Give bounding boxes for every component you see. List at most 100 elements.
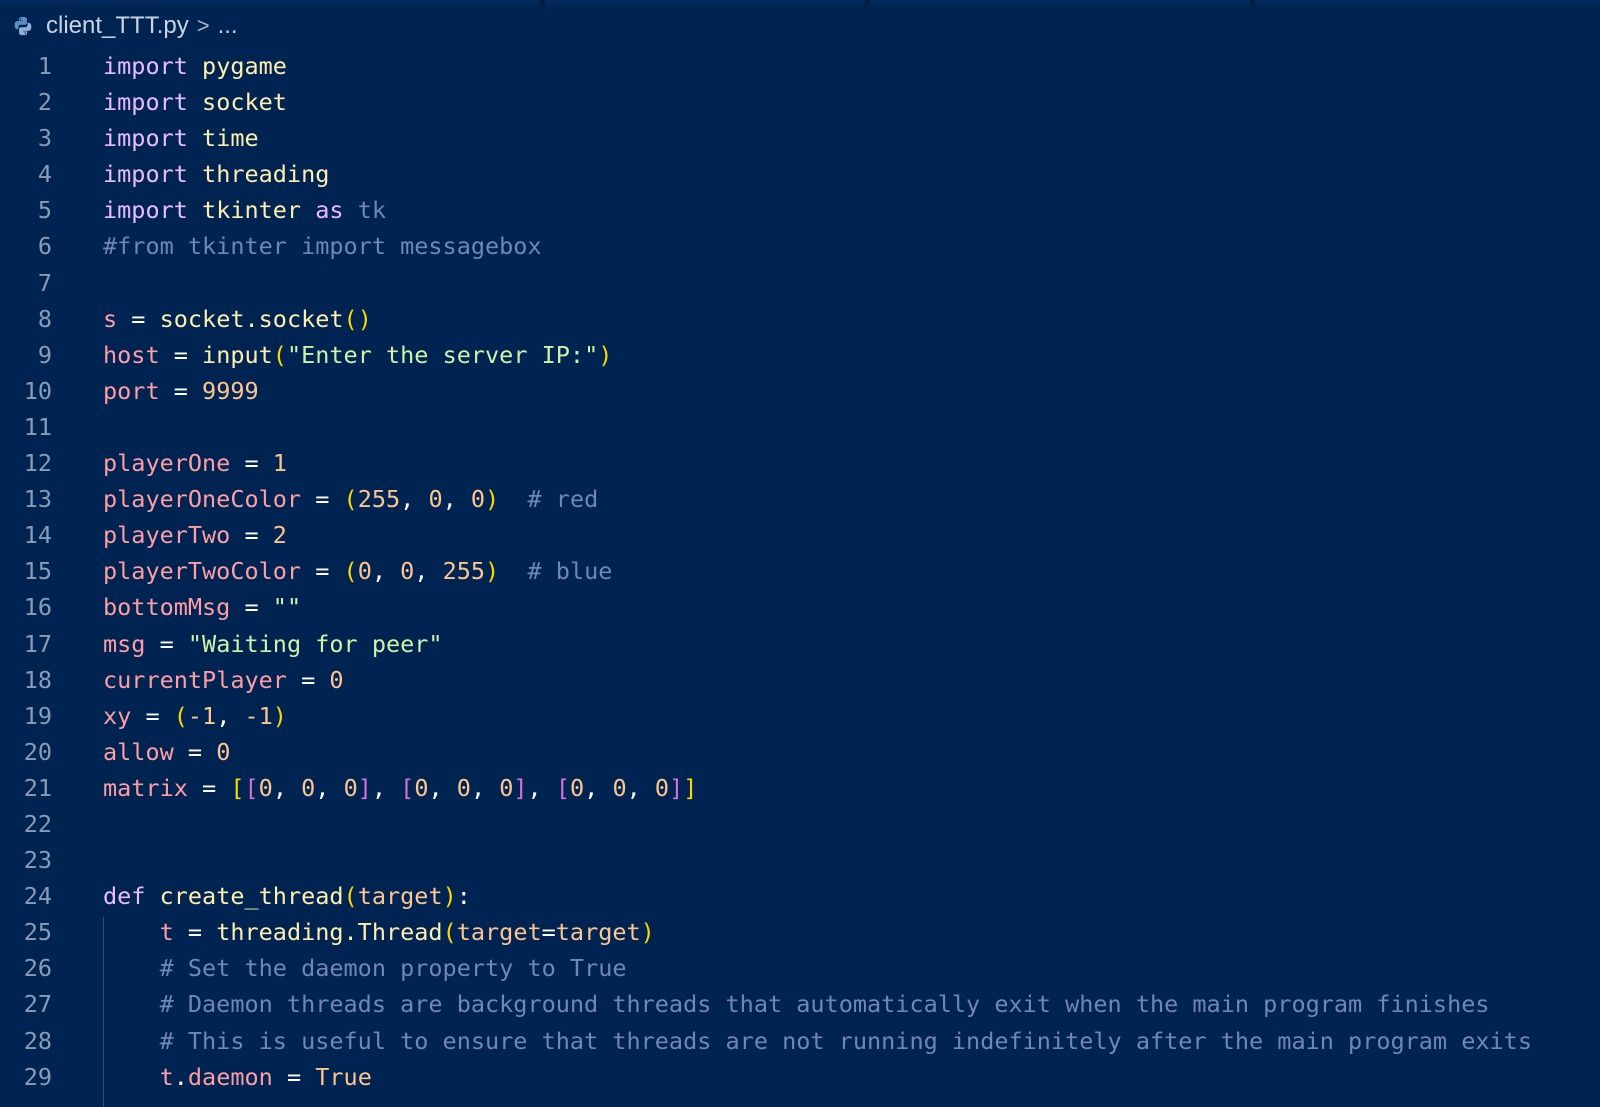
code-token: ) (485, 557, 500, 586)
code-token: 0 (301, 773, 316, 802)
code-token: 0 (470, 485, 486, 514)
code-token: target (456, 918, 542, 947)
code-line[interactable]: 22 (0, 806, 1600, 842)
code-token: = (131, 701, 174, 730)
breadcrumb-more[interactable]: ... (218, 12, 238, 40)
line-content: playerOne = 1 (103, 445, 287, 481)
code-token: threading.Thread (216, 918, 443, 947)
code-token: t (159, 1062, 174, 1091)
code-line[interactable]: 27 # Daemon threads are background threa… (0, 986, 1600, 1022)
line-content: # This is useful to ensure that threads … (103, 1023, 1532, 1059)
code-token: import (103, 160, 188, 189)
code-token: [ (400, 773, 415, 802)
code-line[interactable]: 18 currentPlayer = 0 (0, 662, 1600, 698)
code-token: playerTwoColor (103, 557, 302, 586)
code-token: playerOne (103, 449, 231, 478)
code-token: def (103, 882, 146, 911)
code-token: currentPlayer (103, 665, 287, 694)
breadcrumb-file[interactable]: client_TTT.py (46, 12, 189, 40)
code-token: bottomMsg (103, 593, 231, 622)
line-number: 6 (37, 232, 52, 261)
code-token: , (371, 557, 401, 586)
code-token: 0 (216, 737, 231, 766)
line-number: 28 (23, 1026, 52, 1055)
code-token: target (555, 918, 641, 947)
code-line[interactable]: 16 bottomMsg = "" (0, 589, 1600, 625)
code-line[interactable]: 9 host = input("Enter the server IP:") (0, 337, 1600, 373)
code-token: ] (683, 773, 698, 802)
line-number: 14 (23, 521, 52, 550)
code-token: 0 (654, 773, 670, 802)
line-number: 18 (23, 665, 52, 694)
line-content: playerTwo = 2 (103, 517, 287, 553)
code-line[interactable]: 1 import pygame (0, 48, 1600, 84)
line-number: 9 (37, 340, 52, 369)
code-token: "Waiting for peer" (187, 629, 443, 658)
code-token: , (470, 773, 500, 802)
code-token: 0 (258, 773, 273, 802)
tab-segment (1255, 0, 1600, 4)
code-line[interactable]: 17 msg = "Waiting for peer" (0, 626, 1600, 662)
code-line[interactable]: 15 playerTwoColor = (0, 0, 255) # blue (0, 553, 1600, 589)
code-line[interactable]: 20 allow = 0 (0, 734, 1600, 770)
code-token: 0 (456, 773, 471, 802)
line-content: msg = "Waiting for peer" (103, 626, 443, 662)
line-number: 23 (23, 846, 52, 875)
line-content: matrix = [[0, 0, 0], [0, 0, 0], [0, 0, 0… (103, 770, 697, 806)
code-token: msg (103, 629, 146, 658)
code-token: "Enter the server IP:" (286, 340, 599, 369)
indent-guide (103, 917, 104, 1107)
code-line[interactable]: 3 import time (0, 120, 1600, 156)
code-line[interactable]: 10 port = 9999 (0, 373, 1600, 409)
code-line[interactable]: 7 (0, 265, 1600, 301)
code-line[interactable]: 8 s = socket.socket() (0, 301, 1600, 337)
code-token: 255 (442, 557, 486, 586)
code-token: : (456, 882, 471, 911)
code-line[interactable]: 23 (0, 842, 1600, 878)
code-editor[interactable]: client_TTT.py > ... 1 import pygame 2 impor… (0, 0, 1600, 1107)
code-token: ( (272, 340, 287, 369)
code-token: daemon (187, 1062, 273, 1091)
code-token: ) (640, 918, 655, 947)
code-line[interactable]: 13 playerOneColor = (255, 0, 0) # red (0, 481, 1600, 517)
code-token: ] (357, 773, 372, 802)
code-token: True (315, 1062, 372, 1091)
code-token: s (103, 304, 118, 333)
code-token: input (202, 340, 273, 369)
line-number: 17 (23, 629, 52, 658)
code-token: = (117, 304, 160, 333)
code-token: import (103, 88, 188, 117)
code-line[interactable]: 26 # Set the daemon property to True (0, 950, 1600, 986)
code-line[interactable]: 12 playerOne = 1 (0, 445, 1600, 481)
code-token: # blue (527, 557, 613, 586)
code-token: 0 (400, 557, 415, 586)
tab-segment (870, 0, 1250, 4)
code-area[interactable]: 1 import pygame 2 import socket 3 import time… (0, 48, 1600, 1095)
code-token: "" (272, 593, 302, 622)
chevron-right-icon: > (196, 13, 210, 38)
code-line[interactable]: 4 import threading (0, 156, 1600, 192)
line-content: bottomMsg = "" (103, 589, 301, 625)
code-line[interactable]: 29 t.daemon = True (0, 1059, 1600, 1095)
line-content: playerOneColor = (255, 0, 0) # red (103, 481, 598, 517)
code-line[interactable]: 14 playerTwo = 2 (0, 517, 1600, 553)
code-line[interactable]: 19 xy = (-1, -1) (0, 698, 1600, 734)
code-line[interactable]: 2 import socket (0, 84, 1600, 120)
code-line[interactable]: 11 (0, 409, 1600, 445)
code-token: , (414, 557, 443, 586)
code-token: import (103, 124, 188, 153)
code-line[interactable]: 21 matrix = [[0, 0, 0], [0, 0, 0], [0, 0,… (0, 770, 1600, 806)
code-line[interactable]: 5 import tkinter as tk (0, 192, 1600, 228)
code-line[interactable]: 28 # This is useful to ensure that threa… (0, 1023, 1600, 1059)
tab-segment (0, 0, 540, 4)
code-token: = (230, 449, 273, 478)
code-token: = (541, 918, 556, 947)
code-token: 0 (612, 773, 627, 802)
line-content: port = 9999 (103, 373, 259, 409)
code-line[interactable]: 25 t = threading.Thread(target=target) (0, 914, 1600, 950)
line-number: 15 (23, 557, 52, 586)
code-line[interactable]: 24 def create_thread(target): (0, 878, 1600, 914)
code-line[interactable]: 6 #from tkinter import messagebox (0, 228, 1600, 264)
code-token: = (159, 340, 203, 369)
